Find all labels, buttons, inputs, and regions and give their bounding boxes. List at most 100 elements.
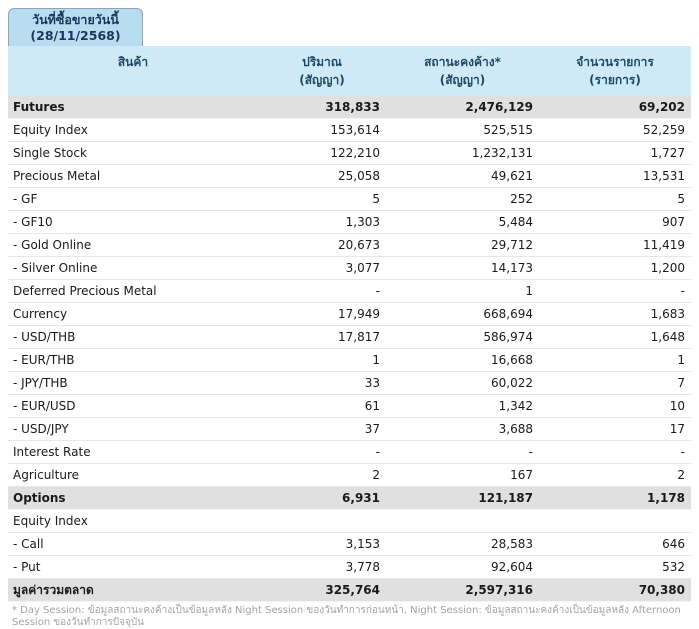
open-interest-cell: 167	[386, 468, 539, 482]
volume-cell: 318,833	[258, 100, 386, 114]
deals-cell: 69,202	[539, 100, 691, 114]
deals-cell: 532	[539, 560, 691, 574]
volume-cell: 1,303	[258, 215, 386, 229]
deals-cell: 646	[539, 537, 691, 551]
column-header-product: สินค้า	[8, 46, 258, 96]
product-cell: - EUR/THB	[8, 353, 258, 367]
deals-cell: 7	[539, 376, 691, 390]
volume-cell: 33	[258, 376, 386, 390]
column-header-open-interest: สถานะคงค้าง* (สัญญา)	[386, 46, 539, 96]
open-interest-cell: 252	[386, 192, 539, 206]
table-row: - JPY/THB3360,0227	[8, 372, 691, 395]
table-row: Agriculture21672	[8, 464, 691, 487]
deals-cell: 1,648	[539, 330, 691, 344]
product-cell: - Silver Online	[8, 261, 258, 275]
open-interest-cell: 5,484	[386, 215, 539, 229]
open-interest-cell: 668,694	[386, 307, 539, 321]
volume-cell: 37	[258, 422, 386, 436]
table-row: Futures318,8332,476,12969,202	[8, 96, 691, 119]
open-interest-cell: -	[386, 445, 539, 459]
deals-cell: 70,380	[539, 583, 691, 597]
volume-cell: 3,778	[258, 560, 386, 574]
open-interest-cell: 14,173	[386, 261, 539, 275]
open-interest-cell: 3,688	[386, 422, 539, 436]
open-interest-cell: 586,974	[386, 330, 539, 344]
deals-cell: 1	[539, 353, 691, 367]
table-row: Currency17,949668,6941,683	[8, 303, 691, 326]
product-cell: - Call	[8, 537, 258, 551]
tab-trade-date[interactable]: วันที่ซื้อขายวันนี้ (28/11/2568)	[8, 8, 143, 46]
column-header-deals-unit: (รายการ)	[589, 71, 641, 89]
deals-cell: 1,683	[539, 307, 691, 321]
volume-cell: 5	[258, 192, 386, 206]
column-header-deals: จำนวนรายการ (รายการ)	[539, 46, 691, 96]
volume-cell: -	[258, 445, 386, 459]
open-interest-cell: 121,187	[386, 491, 539, 505]
volume-cell: 1	[258, 353, 386, 367]
table-row: Single Stock122,2101,232,1311,727	[8, 142, 691, 165]
column-header-open-interest-unit: (สัญญา)	[440, 71, 485, 89]
deals-cell: 13,531	[539, 169, 691, 183]
volume-cell: -	[258, 284, 386, 298]
column-header-deals-label: จำนวนรายการ	[576, 53, 654, 71]
table-row: Deferred Precious Metal-1-	[8, 280, 691, 303]
open-interest-cell: 1,342	[386, 399, 539, 413]
product-cell: Options	[8, 491, 258, 505]
tab-trade-date-value: (28/11/2568)	[21, 28, 130, 44]
open-interest-cell: 29,712	[386, 238, 539, 252]
column-header-open-interest-label: สถานะคงค้าง*	[424, 53, 501, 71]
open-interest-cell: 60,022	[386, 376, 539, 390]
table-row: - Call3,15328,583646	[8, 533, 691, 556]
volume-cell: 153,614	[258, 123, 386, 137]
deals-cell: 907	[539, 215, 691, 229]
product-cell: - Gold Online	[8, 238, 258, 252]
table-header-row: สินค้า ปริมาณ (สัญญา) สถานะคงค้าง* (สัญญ…	[8, 46, 691, 96]
product-cell: Single Stock	[8, 146, 258, 160]
open-interest-cell: 16,668	[386, 353, 539, 367]
column-header-volume: ปริมาณ (สัญญา)	[258, 46, 386, 96]
deals-cell: -	[539, 284, 691, 298]
deals-cell: -	[539, 445, 691, 459]
product-cell: - JPY/THB	[8, 376, 258, 390]
product-cell: - GF10	[8, 215, 258, 229]
table-row: - Silver Online3,07714,1731,200	[8, 257, 691, 280]
product-cell: Agriculture	[8, 468, 258, 482]
table-body: Futures318,8332,476,12969,202Equity Inde…	[8, 96, 691, 602]
volume-cell: 17,949	[258, 307, 386, 321]
volume-cell: 325,764	[258, 583, 386, 597]
product-cell: - Put	[8, 560, 258, 574]
open-interest-cell: 2,476,129	[386, 100, 539, 114]
deals-cell: 1,727	[539, 146, 691, 160]
open-interest-cell: 49,621	[386, 169, 539, 183]
deals-cell: 5	[539, 192, 691, 206]
product-cell: Precious Metal	[8, 169, 258, 183]
deals-cell: 52,259	[539, 123, 691, 137]
volume-cell: 17,817	[258, 330, 386, 344]
table-row: - GF101,3035,484907	[8, 211, 691, 234]
open-interest-cell: 1,232,131	[386, 146, 539, 160]
volume-cell: 3,077	[258, 261, 386, 275]
open-interest-cell: 92,604	[386, 560, 539, 574]
table-row: - Gold Online20,67329,71211,419	[8, 234, 691, 257]
volume-cell: 3,153	[258, 537, 386, 551]
table-row: - Put3,77892,604532	[8, 556, 691, 579]
product-cell: Equity Index	[8, 514, 258, 528]
table-row: Equity Index153,614525,51552,259	[8, 119, 691, 142]
deals-cell: 10	[539, 399, 691, 413]
open-interest-cell: 1	[386, 284, 539, 298]
table-row: Options6,931121,1871,178	[8, 487, 691, 510]
volume-cell: 20,673	[258, 238, 386, 252]
table-row: Equity Index	[8, 510, 691, 533]
product-cell: มูลค่ารวมตลาด	[8, 581, 258, 600]
product-cell: - EUR/USD	[8, 399, 258, 413]
product-cell: Deferred Precious Metal	[8, 284, 258, 298]
table-row: - GF52525	[8, 188, 691, 211]
product-cell: - USD/THB	[8, 330, 258, 344]
product-cell: Interest Rate	[8, 445, 258, 459]
column-header-volume-label: ปริมาณ	[302, 53, 342, 71]
table-row: Precious Metal25,05849,62113,531	[8, 165, 691, 188]
deals-cell: 2	[539, 468, 691, 482]
column-header-product-label: สินค้า	[118, 53, 148, 71]
product-cell: Futures	[8, 100, 258, 114]
table-row: - EUR/THB116,6681	[8, 349, 691, 372]
